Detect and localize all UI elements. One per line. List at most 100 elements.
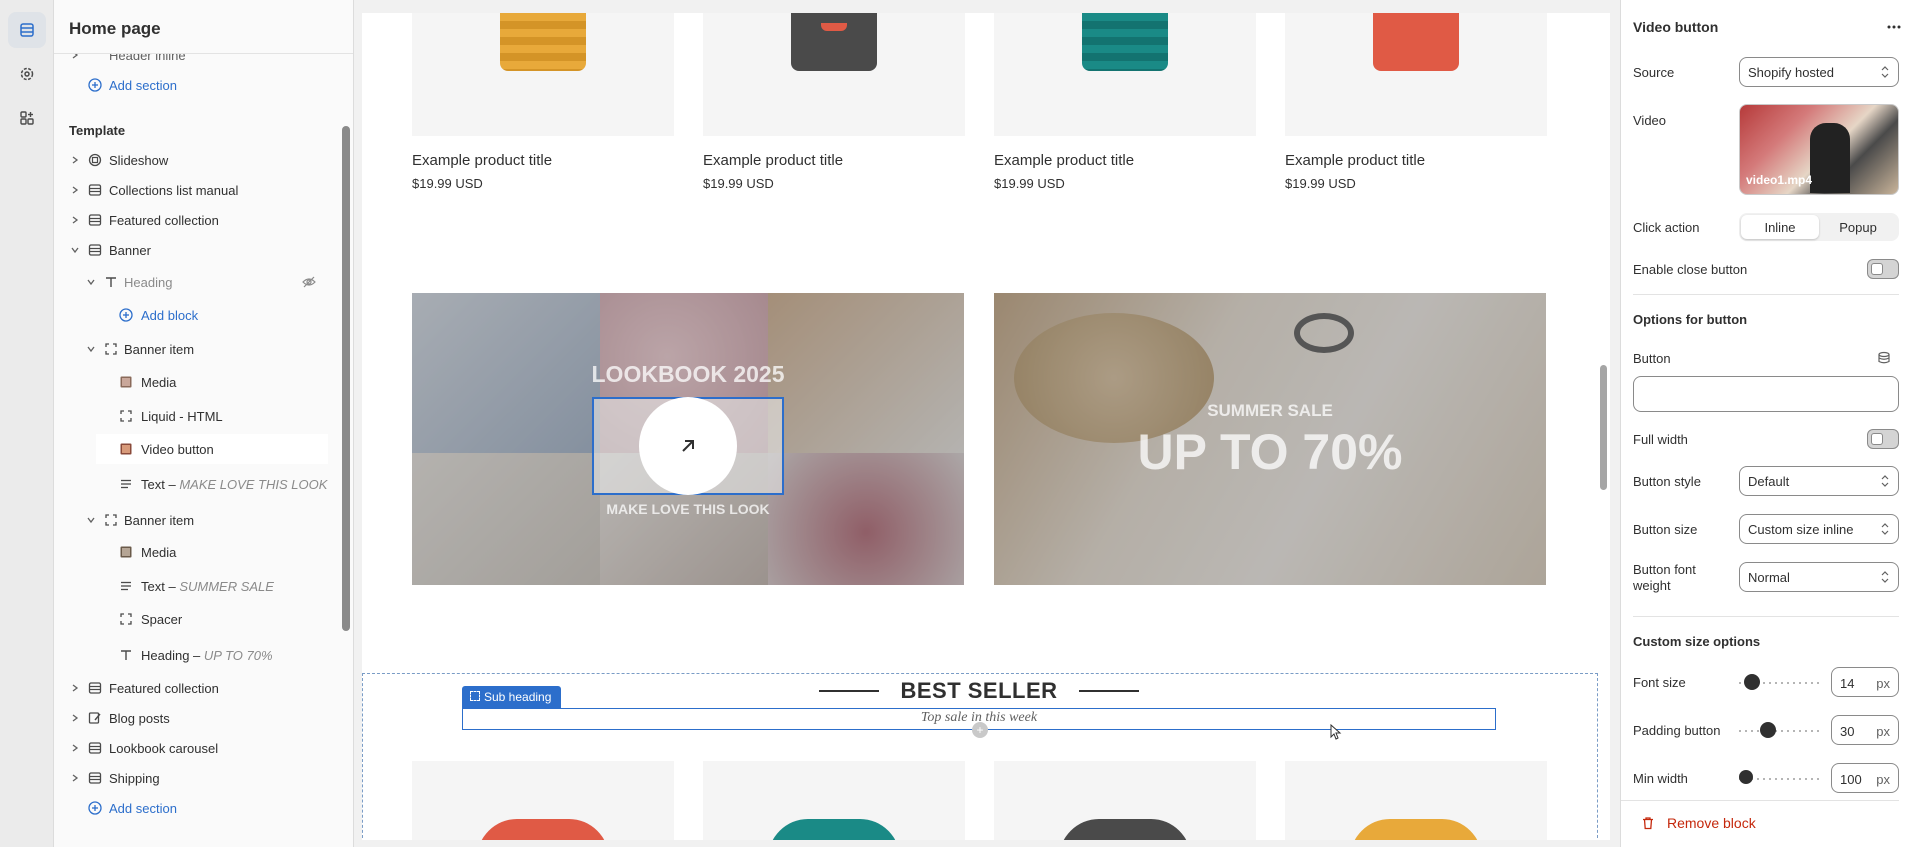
add-block-plus-button[interactable]: + <box>972 722 988 738</box>
sidebar-item-label: Collections list manual <box>109 182 239 198</box>
product-title[interactable]: Example product title <box>412 152 552 169</box>
sidebar-item-label: Blog posts <box>109 710 170 726</box>
sub-heading-tag[interactable]: Sub heading <box>462 686 562 708</box>
video-play-button[interactable] <box>639 397 737 495</box>
button-text-input[interactable] <box>1633 376 1899 412</box>
divider <box>1621 800 1899 801</box>
video-button-block[interactable] <box>592 397 784 495</box>
sections-nav-button[interactable] <box>8 12 46 48</box>
add-section-label: Add section <box>109 77 177 93</box>
source-select[interactable]: Shopify hosted <box>1739 57 1899 87</box>
sidebar-item-spacer[interactable]: Spacer <box>54 604 340 634</box>
template-label: Template <box>69 123 126 138</box>
preview-scrollbar[interactable] <box>1600 365 1607 490</box>
product-card[interactable] <box>994 761 1256 840</box>
unit-label: px <box>1876 724 1890 739</box>
sidebar-scrollbar[interactable] <box>342 126 350 631</box>
button-size-select[interactable]: Custom size inline <box>1739 514 1899 544</box>
more-options-icon[interactable] <box>1887 22 1901 32</box>
section-icon <box>88 682 102 694</box>
banner-lookbook[interactable]: LOOKBOOK 2025 MAKE LOVE THIS LOOK <box>412 293 964 585</box>
sale-subheading: SUMMER SALE <box>1207 401 1333 420</box>
apps-nav-button[interactable] <box>8 100 46 136</box>
sidebar-item-shipping[interactable]: Shipping <box>54 763 340 793</box>
select-arrows-icon <box>1881 66 1889 78</box>
theme-settings-button[interactable] <box>8 56 46 92</box>
product-card[interactable] <box>703 761 965 840</box>
select-arrows-icon <box>1881 571 1889 583</box>
sidebar-item-text-make-love[interactable]: Text – MAKE LOVE THIS LOOK <box>54 469 340 499</box>
icon-rail <box>0 0 54 847</box>
sidebar-item-featured-collection[interactable]: Featured collection <box>54 205 340 235</box>
sidebar-item-lookbook-carousel[interactable]: Lookbook carousel <box>54 733 340 763</box>
lookbook-caption: MAKE LOVE THIS LOOK <box>606 501 770 517</box>
enable-close-toggle[interactable] <box>1867 259 1899 279</box>
click-action-inline[interactable]: Inline <box>1741 215 1819 239</box>
trash-icon <box>1643 817 1653 830</box>
select-arrows-icon <box>1881 475 1889 487</box>
chevron-down-icon <box>87 279 95 286</box>
apps-icon <box>20 111 34 125</box>
button-style-select[interactable]: Default <box>1739 466 1899 496</box>
section-icon <box>88 742 102 754</box>
blog-icon <box>88 712 101 724</box>
min-width-input[interactable]: 100 px <box>1831 763 1899 793</box>
select-arrows-icon <box>1881 523 1889 535</box>
click-action-popup[interactable]: Popup <box>1819 215 1897 239</box>
add-section-top[interactable]: Add section <box>54 70 340 100</box>
padding-slider-knob[interactable] <box>1760 722 1776 738</box>
sidebar-item-label: Featured collection <box>109 680 219 696</box>
sidebar-item-text-summer-sale[interactable]: Text – SUMMER SALE <box>54 571 340 601</box>
block-frame-icon <box>120 410 132 422</box>
lookbook-heading: LOOKBOOK 2025 <box>591 361 785 387</box>
sidebar-item-collections-list-manual[interactable]: Collections list manual <box>54 175 340 205</box>
video-thumbnail[interactable]: video1.mp4 <box>1739 104 1899 195</box>
sidebar-item-heading-up-to-70[interactable]: Heading – UP TO 70% <box>54 640 340 670</box>
block-frame-icon <box>105 343 117 355</box>
divider-right <box>1079 690 1139 692</box>
sidebar-item-media-1[interactable]: Media <box>54 367 340 397</box>
add-block-link[interactable]: Add block <box>54 300 340 330</box>
sidebar-item-blog-posts[interactable]: Blog posts <box>54 703 340 733</box>
sidebar-item-banner-item-1[interactable]: Banner item <box>54 334 340 364</box>
button-weight-select[interactable]: Normal <box>1739 562 1899 592</box>
section-icon <box>88 184 102 196</box>
sidebar-item-suffix: MAKE LOVE THIS LOOK <box>179 476 328 492</box>
gear-icon <box>20 67 34 81</box>
sidebar-item-slideshow[interactable]: Slideshow <box>54 145 340 175</box>
tshirt-image <box>500 13 586 71</box>
sidebar-item-video-button[interactable]: Video button <box>96 434 328 464</box>
tshirt-image <box>1373 13 1459 71</box>
sidebar-item-banner[interactable]: Banner <box>54 235 340 265</box>
product-title[interactable]: Example product title <box>1285 152 1425 169</box>
product-price: $19.99 USD <box>1285 176 1356 191</box>
sidebar-item-featured-collection-2[interactable]: Featured collection <box>54 673 340 703</box>
dynamic-source-icon[interactable] <box>1877 351 1891 365</box>
chevron-right-icon <box>72 774 79 782</box>
image-icon <box>120 376 132 388</box>
product-title[interactable]: Example product title <box>703 152 843 169</box>
remove-block-button[interactable]: Remove block <box>1641 815 1756 831</box>
product-title[interactable]: Example product title <box>994 152 1134 169</box>
eye-hidden-icon[interactable] <box>302 275 316 289</box>
sidebar-item-heading-hidden[interactable]: Heading <box>54 267 340 297</box>
padding-input[interactable]: 30 px <box>1831 715 1899 745</box>
section-icon <box>88 244 102 256</box>
plus-circle-icon <box>119 308 133 322</box>
min-width-slider-knob[interactable] <box>1739 770 1753 784</box>
padding-slider-track[interactable] <box>1739 730 1821 732</box>
sidebar-item-banner-item-2[interactable]: Banner item <box>54 505 340 535</box>
sidebar-item-media-2[interactable]: Media <box>54 537 340 567</box>
product-card[interactable] <box>1285 761 1547 840</box>
sidebar-item-label: Shipping <box>109 770 160 786</box>
full-width-toggle[interactable] <box>1867 429 1899 449</box>
sidebar-item-liquid-html[interactable]: Liquid - HTML <box>54 401 340 431</box>
add-section-bottom[interactable]: Add section <box>54 793 340 823</box>
sidebar-item-label: Banner item <box>124 341 195 357</box>
text-icon <box>106 277 116 287</box>
product-card[interactable] <box>412 761 674 840</box>
font-size-slider-knob[interactable] <box>1744 674 1760 690</box>
banner-summer-sale[interactable]: SUMMER SALE UP TO 70% <box>994 293 1546 585</box>
sidebar-item-label: Heading <box>141 647 190 663</box>
font-size-input[interactable]: 14 px <box>1831 667 1899 697</box>
